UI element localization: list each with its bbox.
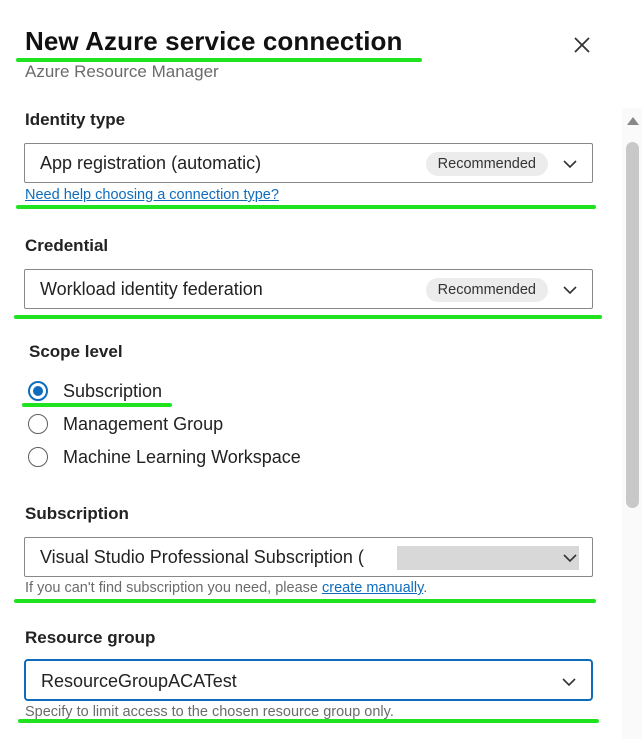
resource-group-dropdown[interactable]: ResourceGroupACATest xyxy=(24,659,593,701)
redacted-subscription-id xyxy=(397,546,579,570)
radio-button[interactable] xyxy=(28,414,48,434)
recommended-badge: Recommended xyxy=(425,152,548,176)
highlight-underline xyxy=(22,403,172,407)
scope-option-label: Subscription xyxy=(63,380,163,401)
identity-type-label: Identity type xyxy=(25,110,126,129)
scope-level-label: Scope level xyxy=(29,342,123,361)
connection-type-help-link[interactable]: Need help choosing a connection type? xyxy=(25,187,279,203)
credential-label: Credential xyxy=(25,236,109,255)
radio-button-checked[interactable] xyxy=(28,381,48,401)
chevron-down-icon xyxy=(563,160,577,169)
highlight-underline xyxy=(16,58,422,62)
dialog-subtitle: Azure Resource Manager xyxy=(25,62,219,81)
highlight-underline xyxy=(14,315,602,319)
scope-radio-subscription[interactable]: Subscription xyxy=(28,378,162,404)
chevron-down-icon xyxy=(563,554,577,563)
identity-type-value: App registration (automatic) xyxy=(40,153,262,173)
scroll-up-icon[interactable] xyxy=(627,117,639,125)
close-button[interactable] xyxy=(570,33,594,57)
credential-value: Workload identity federation xyxy=(40,279,263,299)
scope-radio-management-group[interactable]: Management Group xyxy=(28,411,223,437)
resource-group-label: Resource group xyxy=(25,628,156,647)
dialog-title: New Azure service connection xyxy=(25,26,403,56)
subscription-value: Visual Studio Professional Subscription … xyxy=(40,547,364,567)
credential-dropdown[interactable]: Workload identity federation Recommended xyxy=(24,269,593,309)
subscription-dropdown[interactable]: Visual Studio Professional Subscription … xyxy=(24,537,593,577)
highlight-underline xyxy=(14,599,596,603)
recommended-badge: Recommended xyxy=(425,278,548,302)
resource-group-helper-text: Specify to limit access to the chosen re… xyxy=(25,704,394,720)
scope-radio-ml-workspace[interactable]: Machine Learning Workspace xyxy=(28,444,301,470)
create-manually-link[interactable]: create manually xyxy=(322,580,423,596)
scope-option-label: Machine Learning Workspace xyxy=(63,446,301,467)
close-icon xyxy=(574,37,590,53)
chevron-down-icon xyxy=(562,678,576,687)
chevron-down-icon xyxy=(563,286,577,295)
scope-option-label: Management Group xyxy=(63,413,224,434)
resource-group-value: ResourceGroupACATest xyxy=(41,671,237,691)
subscription-label: Subscription xyxy=(25,504,129,523)
scrollbar-thumb[interactable] xyxy=(626,142,639,508)
subscription-helper-text: If you can't find subscription you need,… xyxy=(25,580,428,596)
highlight-underline xyxy=(16,205,596,209)
identity-type-dropdown[interactable]: App registration (automatic) Recommended xyxy=(24,143,593,183)
radio-button[interactable] xyxy=(28,447,48,467)
highlight-underline xyxy=(18,719,599,723)
